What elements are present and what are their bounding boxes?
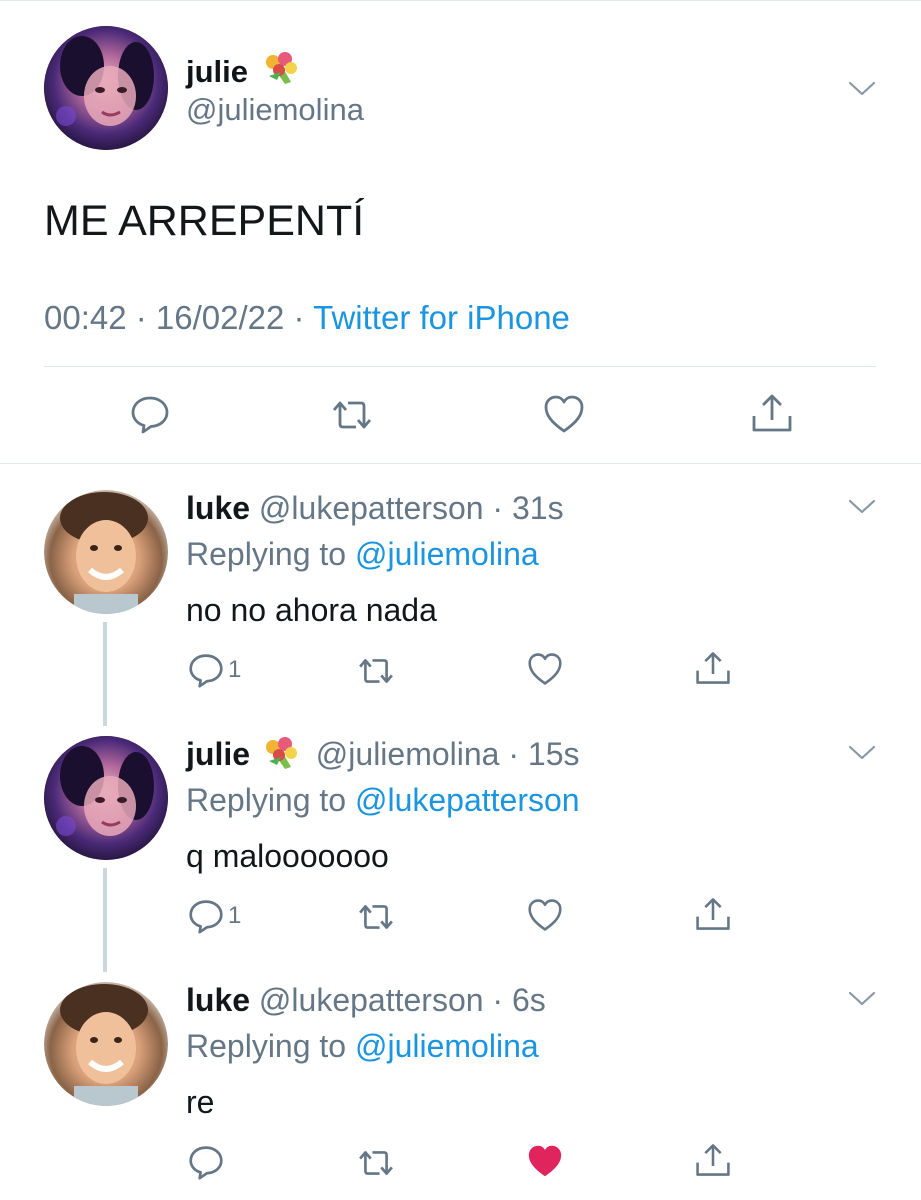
like-icon[interactable] (527, 652, 563, 686)
replying-prefix: Replying to (186, 1028, 355, 1064)
liked-heart-icon[interactable] (527, 1144, 563, 1178)
avatar[interactable] (44, 736, 168, 860)
timestamp[interactable]: 6s (512, 982, 546, 1018)
meta-separator: · (126, 299, 156, 336)
retweet-icon[interactable] (356, 1148, 396, 1178)
chevron-down-icon[interactable] (848, 80, 876, 98)
reply-header: luke @lukepatterson · 6s (186, 980, 546, 1020)
retweet-icon[interactable] (356, 656, 396, 686)
tweet-meta: 00:42 · 16/02/22 · Twitter for iPhone (44, 298, 570, 338)
share-icon[interactable] (694, 896, 732, 932)
replying-prefix: Replying to (186, 782, 355, 818)
share-icon[interactable] (694, 1142, 732, 1178)
replying-to: Replying to @lukepatterson (186, 780, 580, 820)
tweet-date: 16/02/22 (155, 299, 285, 336)
share-icon[interactable] (750, 392, 794, 434)
display-name[interactable]: luke (186, 490, 250, 526)
dot-separator: · (499, 736, 528, 772)
avatar[interactable] (44, 982, 168, 1106)
reply-text: no no ahora nada (186, 592, 437, 628)
display-name[interactable]: julie (186, 50, 301, 94)
handle[interactable]: @lukepatterson (259, 490, 484, 526)
avatar[interactable] (44, 490, 168, 614)
thread-line (103, 868, 107, 972)
handle[interactable]: @lukepatterson (259, 982, 484, 1018)
replying-to-link[interactable]: @juliemolina (355, 1028, 539, 1064)
reply-count: 1 (228, 902, 242, 929)
dot-separator: · (483, 490, 512, 526)
reply-icon (188, 652, 224, 688)
timestamp[interactable]: 15s (528, 736, 580, 772)
reply-action[interactable]: 1 (188, 898, 241, 934)
reply-icon[interactable] (130, 394, 170, 434)
tweet-text: ME ARREPENTÍ (44, 197, 365, 245)
meta-separator: · (284, 299, 314, 336)
replying-to: Replying to @juliemolina (186, 1026, 539, 1066)
display-name[interactable]: julie (186, 736, 250, 772)
handle[interactable]: @juliemolina (186, 92, 364, 128)
reply-text: q malooooooo (186, 838, 389, 874)
like-icon[interactable] (543, 394, 585, 434)
chevron-down-icon[interactable] (848, 498, 876, 516)
reply-icon[interactable] (188, 1144, 224, 1180)
chevron-down-icon[interactable] (848, 990, 876, 1008)
divider (0, 463, 921, 464)
reply-header: julie @juliemolina · 15s (186, 734, 580, 780)
tweet-time: 00:42 (44, 299, 127, 336)
retweet-icon[interactable] (330, 398, 374, 432)
divider (44, 366, 876, 367)
chevron-down-icon[interactable] (848, 744, 876, 762)
replying-prefix: Replying to (186, 536, 355, 572)
reply-icon (188, 898, 224, 934)
bouquet-icon (261, 50, 301, 94)
top-divider (0, 0, 921, 1)
thread-line (103, 622, 107, 726)
display-name[interactable]: luke (186, 982, 250, 1018)
handle[interactable]: @juliemolina (316, 736, 500, 772)
dot-separator: · (483, 982, 512, 1018)
replying-to-link[interactable]: @lukepatterson (355, 782, 580, 818)
replying-to: Replying to @juliemolina (186, 534, 539, 574)
timestamp[interactable]: 31s (512, 490, 564, 526)
reply-header: luke @lukepatterson · 31s (186, 488, 564, 528)
replying-to-link[interactable]: @juliemolina (355, 536, 539, 572)
like-icon[interactable] (527, 898, 563, 932)
reply-count: 1 (228, 656, 242, 683)
bouquet-icon (261, 735, 301, 780)
reply-action[interactable]: 1 (188, 652, 241, 688)
reply-text: re (186, 1084, 215, 1120)
avatar[interactable] (44, 26, 168, 150)
tweet-source-link[interactable]: Twitter for iPhone (313, 299, 570, 336)
retweet-icon[interactable] (356, 902, 396, 932)
share-icon[interactable] (694, 650, 732, 686)
display-name-text: julie (186, 54, 249, 89)
